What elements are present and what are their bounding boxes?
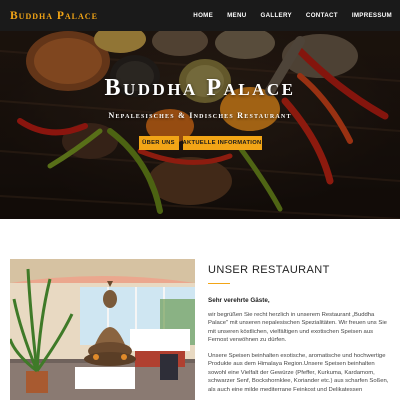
hero-subtitle: Nepalesisches & Indisches Restaurant: [108, 111, 292, 120]
section-heading: UNSER RESTAURANT: [208, 264, 330, 276]
greeting-text: Sehr verehrte Gäste,: [208, 297, 270, 304]
hero-title: Buddha Palace: [104, 75, 296, 101]
hero-buttons: ÜBER UNS AKTUELLE INFORMATION: [0, 136, 400, 150]
about-section: UNSER RESTAURANT Sehr verehrte Gäste, wi…: [0, 219, 400, 400]
top-navbar: Buddha Palace HOME MENU GALLERY CONTACT …: [0, 0, 400, 31]
nav-impressum[interactable]: IMPRESSUM: [345, 12, 392, 19]
nav-gallery[interactable]: GALLERY: [253, 12, 298, 19]
hero-overlay: [0, 31, 400, 219]
hero-banner: Buddha Palace Nepalesisches & Indisches …: [0, 31, 400, 219]
nav-contact[interactable]: CONTACT: [299, 12, 345, 19]
heading-underline: [208, 283, 230, 284]
intro-paragraph: wir begrüßen Sie recht herzlich in unser…: [208, 312, 387, 344]
food-paragraph: Unsere Speisen beinhalten exotische, aro…: [208, 353, 389, 393]
nav-menu[interactable]: MENU: [220, 12, 253, 19]
brand-logo[interactable]: Buddha Palace: [10, 10, 98, 22]
nav-home[interactable]: HOME: [186, 12, 220, 19]
nav-links: HOME MENU GALLERY CONTACT IMPRESSUM: [186, 12, 392, 19]
current-info-button[interactable]: AKTUELLE INFORMATION: [182, 136, 262, 150]
about-us-button[interactable]: ÜBER UNS: [138, 136, 179, 150]
restaurant-interior-photo: [10, 259, 195, 400]
